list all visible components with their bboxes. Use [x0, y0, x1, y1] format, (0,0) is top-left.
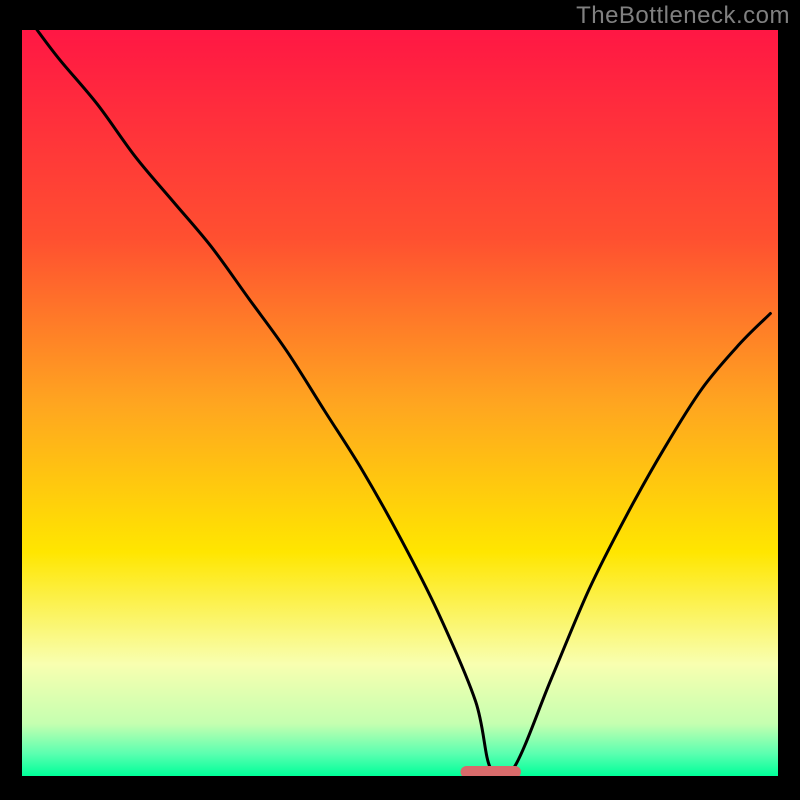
gradient-background [22, 30, 778, 776]
plot-area [22, 30, 778, 776]
chart-frame: TheBottleneck.com [0, 0, 800, 800]
chart-svg [22, 30, 778, 776]
watermark-text: TheBottleneck.com [576, 2, 790, 30]
optimal-marker [461, 766, 522, 776]
